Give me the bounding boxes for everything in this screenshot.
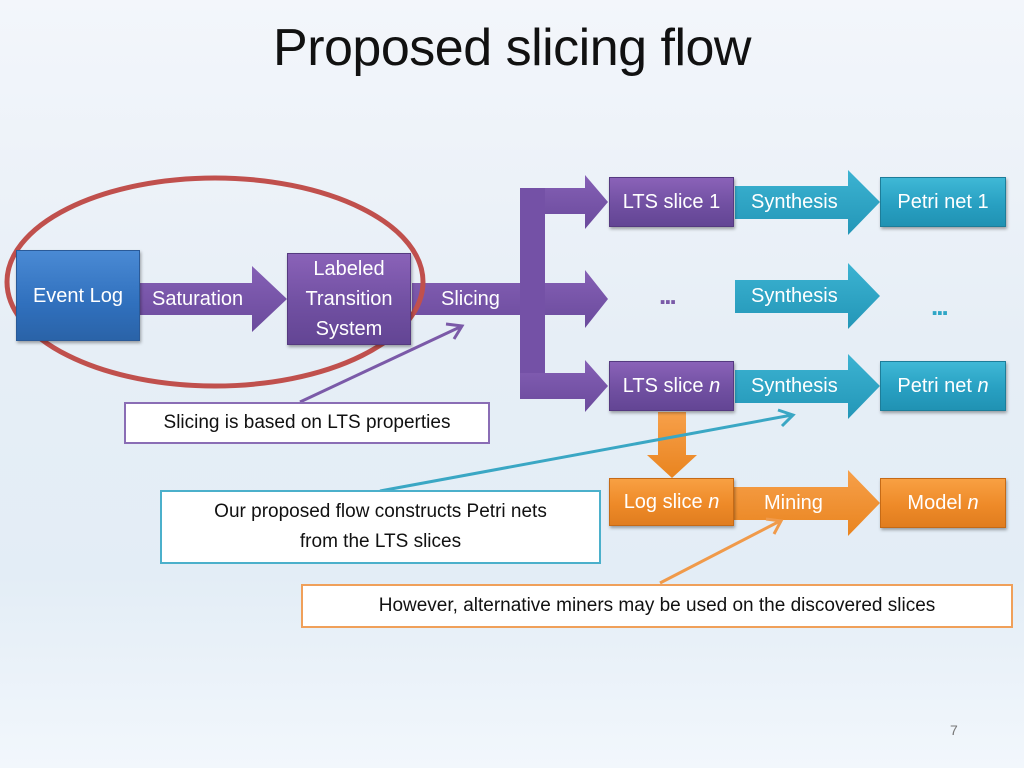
- petri-note-callout: Our proposed flow constructs Petri nets …: [160, 490, 601, 564]
- lts-label-line2: Transition: [305, 288, 393, 310]
- synthesis-label-1: Synthesis: [751, 191, 838, 213]
- miners-note-callout: However, alternative miners may be used …: [301, 584, 1013, 628]
- flow-diagram: [4, 170, 880, 585]
- slicing-note-callout: Slicing is based on LTS properties: [124, 402, 490, 444]
- lts-slice-1-label: LTS slice 1: [622, 191, 721, 213]
- mining-label: Mining: [764, 492, 823, 514]
- log-slice-n-node: Log slice n: [609, 478, 734, 526]
- slicing-label: Slicing: [441, 288, 500, 310]
- miners-note-text: However, alternative miners may be used …: [378, 595, 936, 616]
- model-n-node: Model n: [880, 478, 1006, 528]
- petri-nets-ellipsis: ...: [931, 291, 949, 321]
- lts-label-line3: System: [315, 318, 383, 340]
- model-n-label: Model n: [907, 492, 979, 514]
- branch-arrow-middle: [545, 270, 608, 328]
- lts-node: Labeled Transition System: [287, 253, 411, 345]
- saturation-label: Saturation: [152, 288, 244, 310]
- event-log-node: Event Log: [16, 250, 140, 341]
- petri-net-n-node: Petri net n: [880, 361, 1006, 411]
- miners-note-pointer: [659, 517, 784, 585]
- slicing-note-text: Slicing is based on LTS properties: [163, 412, 451, 433]
- branch-trunk: [520, 188, 545, 385]
- petri-note-line2: from the LTS slices: [299, 531, 462, 552]
- lts-label-line1: Labeled: [313, 258, 385, 280]
- petri-net-n-label: Petri net n: [897, 375, 989, 397]
- petri-net-1-node: Petri net 1: [880, 177, 1006, 227]
- synthesis-label-n: Synthesis: [751, 375, 838, 397]
- page-number: 7: [950, 722, 958, 738]
- log-slice-n-label: Log slice n: [623, 491, 720, 513]
- petri-net-1-label: Petri net 1: [897, 191, 989, 213]
- extract-log-arrow: [647, 412, 697, 478]
- lts-slice-1-node: LTS slice 1: [609, 177, 734, 227]
- event-log-label: Event Log: [32, 284, 124, 307]
- petri-note-line1: Our proposed flow constructs Petri nets: [214, 501, 547, 522]
- lts-slices-ellipsis: ...: [659, 280, 677, 310]
- synthesis-label-2: Synthesis: [751, 285, 838, 307]
- lts-slice-n-node: LTS slice n: [609, 361, 734, 411]
- lts-slice-n-label: LTS slice n: [622, 375, 721, 397]
